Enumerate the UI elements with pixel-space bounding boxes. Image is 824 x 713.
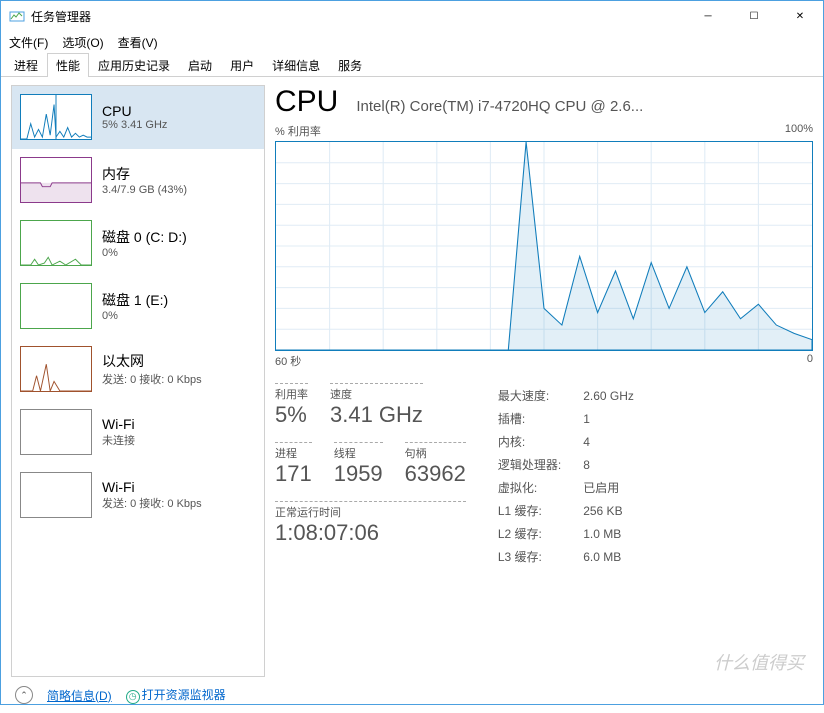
- maximize-button[interactable]: ☐: [731, 1, 777, 31]
- footer-bar: ⌃ 简略信息(D) ◷打开资源监视器: [1, 677, 823, 713]
- content-body: CPU5% 3.41 GHz 内存3.4/7.9 GB (43%) 磁盘 0 (…: [1, 77, 823, 677]
- sidebar-item-disk1[interactable]: 磁盘 1 (E:)0%: [12, 275, 264, 338]
- cores-value: 4: [583, 431, 634, 452]
- cpu-thumbnail: [20, 94, 92, 140]
- sidebar-disk1-value: 0%: [102, 310, 168, 322]
- resource-monitor-icon: ◷: [126, 690, 140, 704]
- sidebar-disk1-name: 磁盘 1 (E:): [102, 290, 168, 310]
- speed-value: 3.41 GHz: [330, 402, 423, 428]
- chart-x-right: 0: [807, 353, 813, 369]
- sidebar-wifi2-name: Wi-Fi: [102, 479, 202, 495]
- wifi1-thumbnail: [20, 409, 92, 455]
- chart-y-max: 100%: [785, 123, 813, 139]
- speed-label: 速度: [330, 383, 423, 402]
- window-title: 任务管理器: [31, 8, 685, 25]
- disk1-thumbnail: [20, 283, 92, 329]
- handles-value: 63962: [405, 461, 466, 487]
- sidebar-mem-value: 3.4/7.9 GB (43%): [102, 184, 187, 196]
- tab-users[interactable]: 用户: [221, 53, 263, 77]
- close-button[interactable]: ✕: [777, 1, 823, 31]
- menu-options[interactable]: 选项(O): [62, 34, 103, 51]
- util-label: 利用率: [275, 383, 308, 402]
- menu-view[interactable]: 查看(V): [118, 34, 158, 51]
- l1-value: 256 KB: [583, 500, 634, 521]
- main-panel: CPU Intel(R) Core(TM) i7-4720HQ CPU @ 2.…: [275, 85, 813, 677]
- sidebar-item-wifi1[interactable]: Wi-Fi未连接: [12, 401, 264, 464]
- threads-label: 线程: [334, 442, 383, 461]
- chart-x-left: 60 秒: [275, 353, 301, 369]
- ethernet-thumbnail: [20, 346, 92, 392]
- sidebar-wifi1-name: Wi-Fi: [102, 416, 135, 432]
- window-controls: ─ ☐ ✕: [685, 1, 823, 31]
- performance-sidebar[interactable]: CPU5% 3.41 GHz 内存3.4/7.9 GB (43%) 磁盘 0 (…: [11, 85, 265, 677]
- disk0-thumbnail: [20, 220, 92, 266]
- uptime-value: 1:08:07:06: [275, 520, 466, 546]
- cpu-model: Intel(R) Core(TM) i7-4720HQ CPU @ 2.6...: [356, 98, 643, 115]
- virt-label: 虚拟化:: [498, 477, 581, 498]
- l3-value: 6.0 MB: [583, 546, 634, 567]
- main-title: CPU: [275, 85, 338, 119]
- tab-details[interactable]: 详细信息: [263, 53, 329, 77]
- util-value: 5%: [275, 402, 308, 428]
- app-icon: [9, 8, 25, 24]
- title-bar: 任务管理器 ─ ☐ ✕: [1, 1, 823, 31]
- maxspeed-label: 最大速度:: [498, 385, 581, 406]
- l1-label: L1 缓存:: [498, 500, 581, 521]
- chart-y-label: % 利用率: [275, 123, 321, 139]
- maxspeed-value: 2.60 GHz: [583, 385, 634, 406]
- sidebar-cpu-name: CPU: [102, 103, 167, 119]
- resource-monitor-link[interactable]: 打开资源监视器: [142, 688, 226, 702]
- sidebar-eth-name: 以太网: [102, 351, 202, 371]
- memory-thumbnail: [20, 157, 92, 203]
- uptime-label: 正常运行时间: [275, 501, 466, 520]
- processes-label: 进程: [275, 442, 312, 461]
- logical-label: 逻辑处理器:: [498, 454, 581, 475]
- cpu-utilization-chart: [275, 141, 813, 351]
- sidebar-item-disk0[interactable]: 磁盘 0 (C: D:)0%: [12, 212, 264, 275]
- sockets-label: 插槽:: [498, 408, 581, 429]
- processes-value: 171: [275, 461, 312, 487]
- threads-value: 1959: [334, 461, 383, 487]
- tab-bar: 进程 性能 应用历史记录 启动 用户 详细信息 服务: [1, 53, 823, 77]
- sidebar-item-cpu[interactable]: CPU5% 3.41 GHz: [12, 86, 264, 149]
- tab-app-history[interactable]: 应用历史记录: [89, 53, 179, 77]
- sockets-value: 1: [583, 408, 634, 429]
- brief-info-link[interactable]: 简略信息(D): [47, 687, 112, 704]
- sidebar-mem-name: 内存: [102, 164, 187, 184]
- sidebar-item-wifi2[interactable]: Wi-Fi发送: 0 接收: 0 Kbps: [12, 464, 264, 527]
- cpu-details-table: 最大速度:2.60 GHz 插槽:1 内核:4 逻辑处理器:8 虚拟化:已启用 …: [496, 383, 636, 569]
- tab-processes[interactable]: 进程: [5, 53, 47, 77]
- sidebar-wifi1-value: 未连接: [102, 432, 135, 448]
- logical-value: 8: [583, 454, 634, 475]
- sidebar-disk0-name: 磁盘 0 (C: D:): [102, 227, 187, 247]
- tab-services[interactable]: 服务: [329, 53, 371, 77]
- minimize-button[interactable]: ─: [685, 1, 731, 31]
- sidebar-item-ethernet[interactable]: 以太网发送: 0 接收: 0 Kbps: [12, 338, 264, 401]
- menu-bar: 文件(F) 选项(O) 查看(V): [1, 31, 823, 53]
- virt-value: 已启用: [583, 477, 634, 498]
- sidebar-cpu-value: 5% 3.41 GHz: [102, 119, 167, 131]
- chevron-up-icon[interactable]: ⌃: [15, 686, 33, 704]
- menu-file[interactable]: 文件(F): [9, 34, 48, 51]
- wifi2-thumbnail: [20, 472, 92, 518]
- l2-value: 1.0 MB: [583, 523, 634, 544]
- tab-startup[interactable]: 启动: [179, 53, 221, 77]
- tab-performance[interactable]: 性能: [47, 53, 89, 77]
- cores-label: 内核:: [498, 431, 581, 452]
- sidebar-disk0-value: 0%: [102, 247, 187, 259]
- handles-label: 句柄: [405, 442, 466, 461]
- l3-label: L3 缓存:: [498, 546, 581, 567]
- l2-label: L2 缓存:: [498, 523, 581, 544]
- sidebar-item-memory[interactable]: 内存3.4/7.9 GB (43%): [12, 149, 264, 212]
- sidebar-eth-value: 发送: 0 接收: 0 Kbps: [102, 371, 202, 387]
- sidebar-wifi2-value: 发送: 0 接收: 0 Kbps: [102, 495, 202, 511]
